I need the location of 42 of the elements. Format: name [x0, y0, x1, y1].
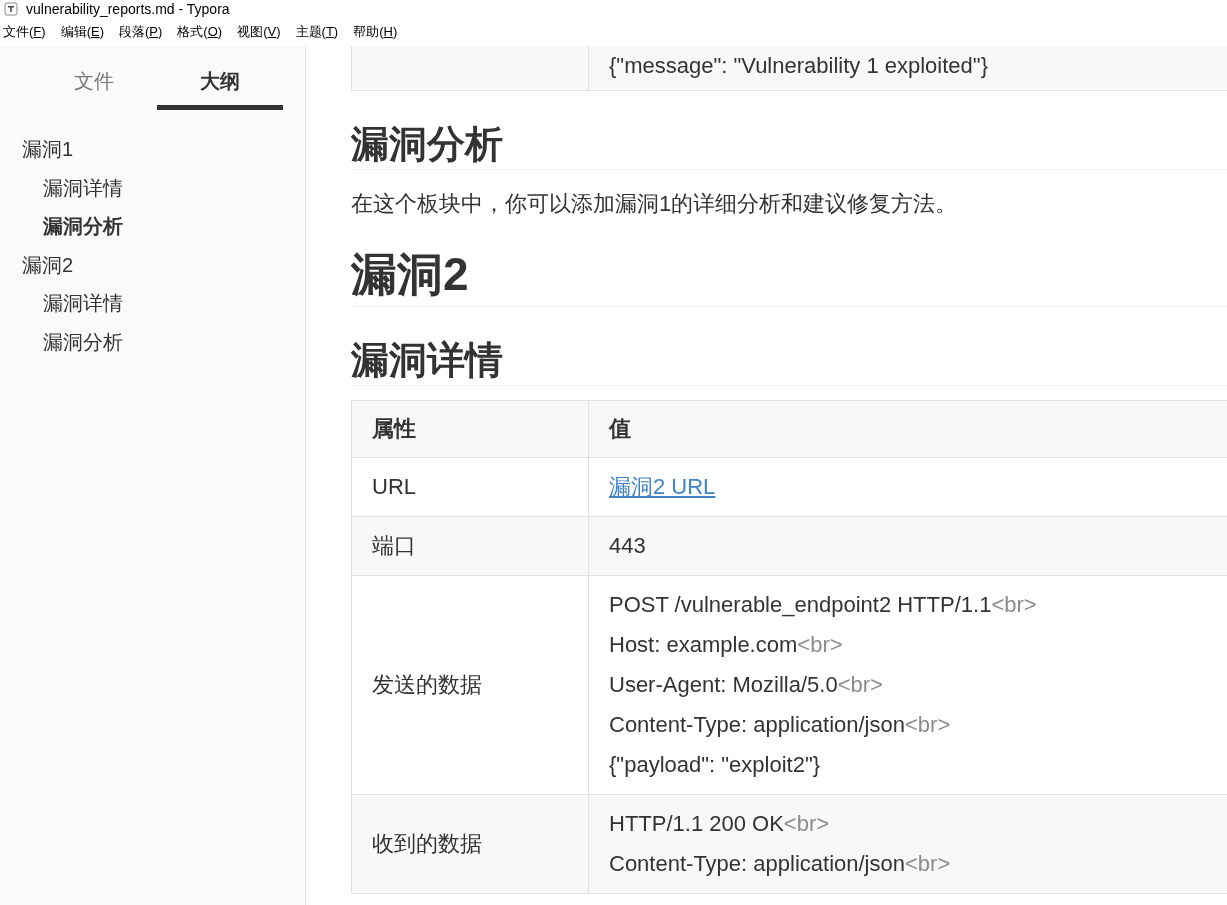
outline-item[interactable]: 漏洞分析 — [22, 207, 305, 246]
cell-text: {"payload": "exploit2"} — [609, 751, 821, 779]
heading: 漏洞详情 — [351, 335, 1227, 386]
cell-text: Host: example.com — [609, 631, 798, 659]
sidebar-tab[interactable]: 文件 — [31, 68, 157, 110]
outline-item[interactable]: 漏洞详情 — [22, 284, 305, 323]
menu-item[interactable]: 视图(V) — [237, 23, 281, 41]
cell-text: {"message": "Vulnerability 1 exploited"} — [609, 52, 988, 80]
cell-text: 收到的数据 — [372, 830, 482, 858]
heading: 漏洞分析 — [351, 119, 1227, 170]
link[interactable]: 漏洞2 URL — [609, 467, 716, 507]
cell-text: Content-Type: application/json — [609, 711, 905, 739]
outline-item[interactable]: 漏洞分析 — [22, 322, 305, 361]
html-tag: <br> — [904, 844, 951, 884]
menu-item[interactable]: 文件(F) — [3, 23, 46, 41]
table-header-cell: 值 — [588, 400, 1227, 458]
outline-item[interactable]: 漏洞2 — [22, 245, 305, 284]
cell-text: 443 — [609, 532, 646, 560]
cell-text: 端口 — [372, 532, 416, 560]
html-tag: <br> — [837, 665, 883, 705]
paragraph: 在这个板块中，你可以添加漏洞1的详细分析和建议修复方法。 — [351, 190, 959, 218]
menu-item[interactable]: 格式(O) — [177, 23, 223, 41]
outline-item[interactable]: 漏洞详情 — [22, 168, 305, 207]
outline-item[interactable]: 漏洞1 — [22, 130, 305, 169]
table-header-cell: 属性 — [351, 400, 589, 458]
menu-item[interactable]: 段落(P) — [119, 23, 163, 41]
cell-text: HTTP/1.1 200 OK — [609, 810, 784, 838]
html-tag: <br> — [904, 705, 951, 745]
cell-text: Content-Type: application/json — [609, 850, 905, 878]
html-tag: <br> — [797, 625, 843, 665]
sidebar-tab[interactable]: 大纲 — [157, 68, 283, 110]
html-tag: <br> — [783, 804, 830, 844]
cell-text: 发送的数据 — [372, 671, 482, 699]
window-title: vulnerability_reports.md - Typora — [26, 1, 230, 17]
menu-item[interactable]: 帮助(H) — [353, 23, 398, 41]
menu-item[interactable]: 主题(T) — [295, 23, 339, 41]
cell-text: POST /vulnerable_endpoint2 HTTP/1.1 — [609, 591, 992, 619]
html-tag: <br> — [991, 585, 1037, 625]
cell-text: User-Agent: Mozilla/5.0 — [609, 671, 838, 699]
heading: 漏洞2 — [351, 244, 1227, 307]
menu-item[interactable]: 编辑(E) — [60, 23, 104, 41]
cell-text: URL — [372, 473, 416, 501]
